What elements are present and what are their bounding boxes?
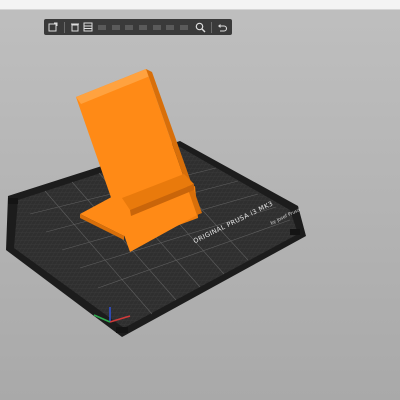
3d-viewport[interactable] [0, 0, 400, 400]
bed-corner-notch [8, 198, 18, 204]
bed-corner-notch [116, 327, 128, 333]
bed-corner-notch [290, 229, 300, 235]
